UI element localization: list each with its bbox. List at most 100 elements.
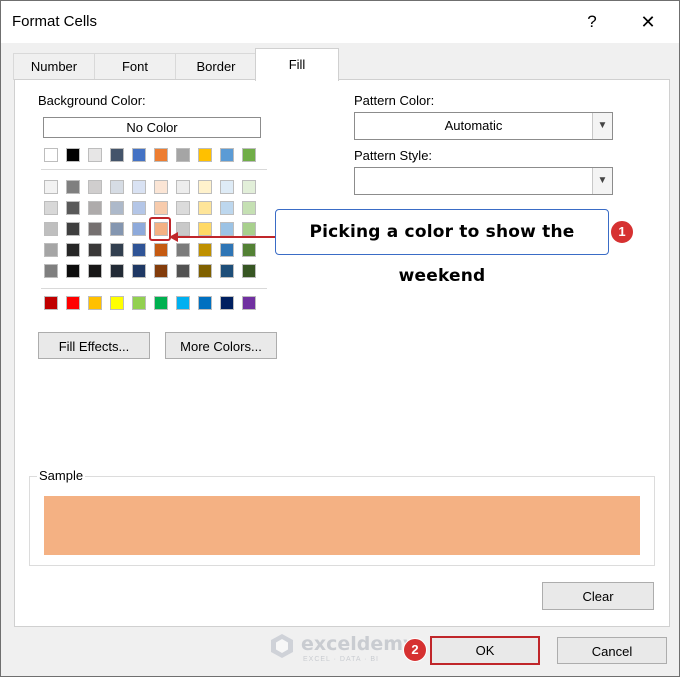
color-swatch[interactable] — [220, 243, 234, 257]
color-swatch[interactable] — [220, 148, 234, 162]
color-swatch[interactable] — [220, 201, 234, 215]
fill-effects-button[interactable]: Fill Effects... — [38, 332, 150, 359]
help-button[interactable]: ? — [579, 9, 605, 35]
color-swatch[interactable] — [132, 243, 146, 257]
color-swatch[interactable] — [154, 148, 168, 162]
color-swatch[interactable] — [88, 264, 102, 278]
title-bar: Format Cells ? ✕ — [1, 1, 679, 43]
palette-divider — [41, 169, 267, 170]
color-swatch[interactable] — [66, 243, 80, 257]
step-badge-1: 1 — [610, 220, 634, 244]
color-swatch[interactable] — [242, 180, 256, 194]
color-swatch[interactable] — [110, 201, 124, 215]
color-swatch[interactable] — [110, 148, 124, 162]
color-swatch[interactable] — [176, 243, 190, 257]
exceldemy-logo-icon — [271, 634, 293, 658]
color-swatch[interactable] — [44, 201, 58, 215]
color-swatch[interactable] — [176, 148, 190, 162]
color-swatch[interactable] — [66, 180, 80, 194]
dialog-title: Format Cells — [12, 13, 98, 30]
color-swatch[interactable] — [66, 264, 80, 278]
color-swatch[interactable] — [66, 222, 80, 236]
color-swatch[interactable] — [132, 148, 146, 162]
color-swatch[interactable] — [44, 264, 58, 278]
pattern-style-label: Pattern Style: — [354, 148, 433, 163]
color-swatch[interactable] — [132, 222, 146, 236]
sample-preview — [44, 496, 640, 555]
color-swatch[interactable] — [44, 148, 58, 162]
pattern-style-dropdown[interactable]: ▼ — [354, 167, 613, 195]
color-swatch[interactable] — [198, 222, 212, 236]
pattern-color-dropdown[interactable]: Automatic ▼ — [354, 112, 613, 140]
color-swatch[interactable] — [44, 222, 58, 236]
color-swatch[interactable] — [110, 180, 124, 194]
color-swatch[interactable] — [242, 148, 256, 162]
color-swatch[interactable] — [198, 148, 212, 162]
color-swatch[interactable] — [132, 180, 146, 194]
sample-label: Sample — [37, 468, 86, 483]
color-swatch[interactable] — [132, 264, 146, 278]
color-swatch[interactable] — [242, 243, 256, 257]
chevron-down-icon[interactable]: ▼ — [592, 113, 612, 139]
cancel-button[interactable]: Cancel — [557, 637, 667, 664]
color-swatch[interactable] — [198, 243, 212, 257]
color-swatch[interactable] — [242, 222, 256, 236]
color-swatch[interactable] — [220, 296, 234, 310]
color-swatch[interactable] — [242, 296, 256, 310]
color-swatch[interactable] — [110, 222, 124, 236]
color-swatch[interactable] — [176, 296, 190, 310]
color-swatch[interactable] — [44, 296, 58, 310]
color-swatch[interactable] — [132, 201, 146, 215]
color-swatch[interactable] — [242, 264, 256, 278]
color-swatch[interactable] — [198, 201, 212, 215]
color-swatch[interactable] — [66, 201, 80, 215]
color-swatch[interactable] — [220, 222, 234, 236]
color-swatch[interactable] — [176, 180, 190, 194]
color-swatch[interactable] — [154, 243, 168, 257]
color-swatch[interactable] — [176, 222, 190, 236]
color-swatch[interactable] — [44, 180, 58, 194]
more-colors-button[interactable]: More Colors... — [165, 332, 277, 359]
tab-border[interactable]: Border — [175, 53, 257, 80]
color-swatch[interactable] — [88, 201, 102, 215]
color-swatch[interactable] — [66, 148, 80, 162]
tab-font[interactable]: Font — [94, 53, 176, 80]
color-swatch[interactable] — [88, 222, 102, 236]
sample-group: Sample — [29, 468, 655, 566]
color-swatch[interactable] — [220, 264, 234, 278]
ok-button[interactable]: OK — [430, 636, 540, 665]
color-swatch[interactable] — [198, 264, 212, 278]
chevron-down-icon[interactable]: ▼ — [592, 168, 612, 194]
annotation-arrow-line — [177, 236, 275, 238]
pattern-color-value: Automatic — [444, 118, 503, 133]
watermark-tagline: EXCEL · DATA · BI — [303, 656, 379, 663]
color-swatch[interactable] — [242, 201, 256, 215]
color-swatch[interactable] — [110, 296, 124, 310]
color-swatch[interactable] — [198, 180, 212, 194]
format-cells-dialog: Format Cells ? ✕ Number Font Border Fill… — [0, 0, 680, 677]
color-swatch[interactable] — [66, 296, 80, 310]
no-color-button[interactable]: No Color — [43, 117, 261, 138]
color-swatch[interactable] — [88, 296, 102, 310]
color-swatch[interactable] — [154, 264, 168, 278]
color-swatch[interactable] — [110, 264, 124, 278]
watermark-name: exceldemy — [301, 633, 416, 655]
color-swatch[interactable] — [132, 296, 146, 310]
color-swatch[interactable] — [154, 180, 168, 194]
color-swatch[interactable] — [154, 201, 168, 215]
tab-number[interactable]: Number — [13, 53, 95, 80]
color-swatch[interactable] — [88, 148, 102, 162]
close-button[interactable]: ✕ — [633, 9, 663, 35]
color-swatch[interactable] — [88, 243, 102, 257]
color-swatch[interactable] — [220, 180, 234, 194]
clear-button[interactable]: Clear — [542, 582, 654, 610]
selected-color-highlight — [149, 217, 171, 241]
tab-fill[interactable]: Fill — [255, 48, 339, 81]
color-swatch[interactable] — [44, 243, 58, 257]
color-swatch[interactable] — [110, 243, 124, 257]
color-swatch[interactable] — [176, 201, 190, 215]
color-swatch[interactable] — [154, 296, 168, 310]
color-swatch[interactable] — [88, 180, 102, 194]
color-swatch[interactable] — [198, 296, 212, 310]
color-swatch[interactable] — [176, 264, 190, 278]
